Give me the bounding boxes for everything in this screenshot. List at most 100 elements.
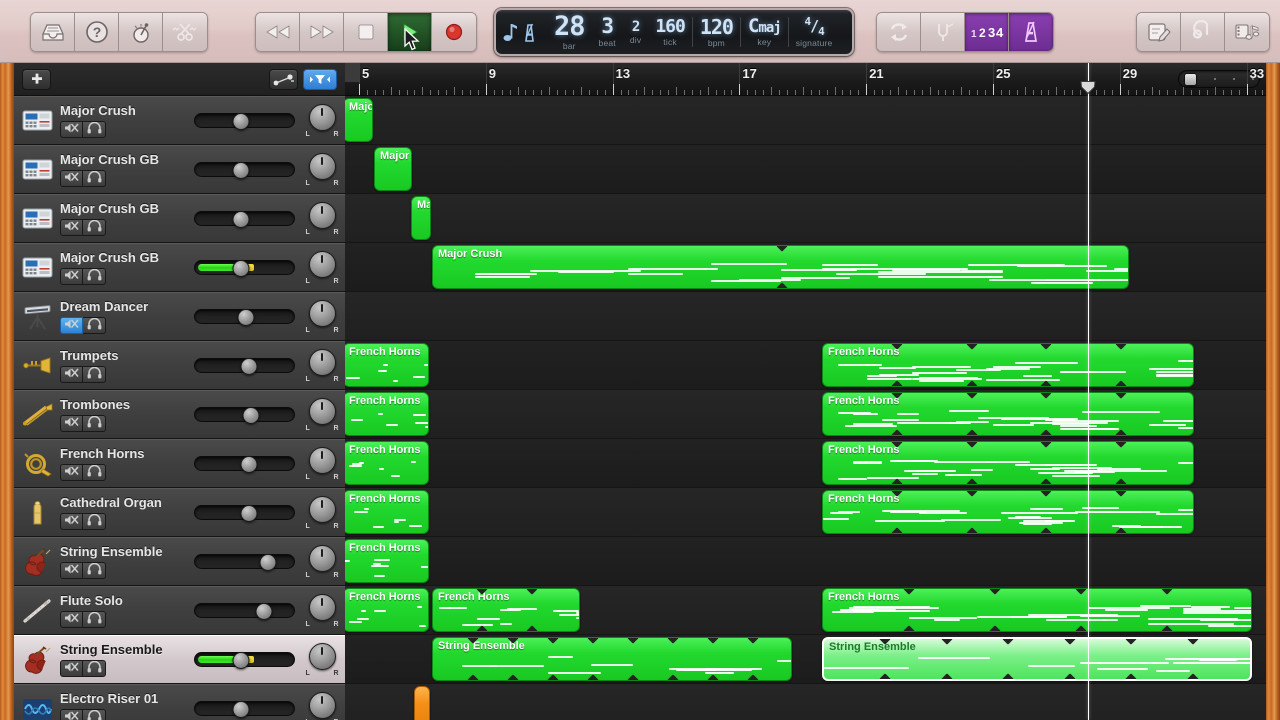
track-header-row[interactable]: Major Crush GB LR: [14, 194, 345, 243]
solo-button[interactable]: [83, 268, 106, 285]
pan-knob[interactable]: [308, 691, 336, 719]
mute-button[interactable]: [60, 611, 83, 628]
volume-slider-knob[interactable]: [232, 113, 250, 130]
pan-knob[interactable]: [308, 103, 336, 131]
tick-display[interactable]: 160 tick: [648, 13, 692, 51]
beat-display[interactable]: 3 beat: [592, 13, 623, 51]
mute-button[interactable]: [60, 562, 83, 579]
volume-slider-knob[interactable]: [232, 652, 250, 669]
volume-slider-knob[interactable]: [240, 456, 258, 473]
mute-button[interactable]: [60, 660, 83, 677]
automation-button[interactable]: [269, 68, 298, 90]
mute-button[interactable]: [60, 268, 83, 285]
track-header-row[interactable]: Trombones LR: [14, 390, 345, 439]
track-lane[interactable]: [345, 96, 1266, 145]
region[interactable]: French Horns: [345, 392, 429, 436]
pan-control[interactable]: LR: [299, 691, 345, 720]
track-header-row[interactable]: Trumpets LR: [14, 341, 345, 390]
pan-knob[interactable]: [308, 250, 336, 278]
loop-browser-button[interactable]: [1181, 13, 1225, 51]
pan-control[interactable]: LR: [299, 544, 345, 579]
solo-button[interactable]: [83, 415, 106, 432]
track-filter-button[interactable]: [303, 68, 337, 90]
volume-slider[interactable]: [194, 505, 295, 522]
zoom-slider-knob[interactable]: [1184, 72, 1197, 86]
div-display[interactable]: 2 div: [623, 13, 648, 51]
pan-knob[interactable]: [308, 299, 336, 327]
volume-slider[interactable]: [194, 407, 295, 424]
pan-knob[interactable]: [308, 642, 336, 670]
volume-slider[interactable]: [194, 260, 295, 277]
pan-control[interactable]: LR: [299, 201, 345, 236]
volume-slider-knob[interactable]: [232, 260, 250, 277]
track-lane[interactable]: [345, 684, 1266, 720]
region-lanes[interactable]: Major Crush Major Crush Major Crush Major C…: [345, 96, 1266, 720]
region[interactable]: French Horns: [345, 343, 429, 387]
region[interactable]: French Horns: [822, 490, 1194, 534]
mute-button[interactable]: [60, 219, 83, 236]
add-track-button[interactable]: [22, 68, 51, 90]
playhead-triangle[interactable]: [1080, 81, 1096, 94]
solo-button[interactable]: [83, 562, 106, 579]
rewind-button[interactable]: [256, 13, 300, 51]
track-header-row[interactable]: French Horns LR: [14, 439, 345, 488]
volume-slider-knob[interactable]: [232, 211, 250, 228]
mute-button[interactable]: [60, 317, 83, 334]
solo-button[interactable]: [83, 366, 106, 383]
solo-button[interactable]: [83, 464, 106, 481]
volume-slider-knob[interactable]: [255, 603, 273, 620]
lcd-mode-icon-group[interactable]: [499, 13, 547, 51]
solo-button[interactable]: [83, 611, 106, 628]
track-header-row[interactable]: Major Crush GB LR: [14, 243, 345, 292]
track-lane[interactable]: [345, 537, 1266, 586]
pan-control[interactable]: LR: [299, 397, 345, 432]
region[interactable]: String Ensemble: [822, 637, 1252, 681]
region[interactable]: French Horns: [345, 539, 429, 583]
help-button[interactable]: ?: [75, 13, 119, 51]
volume-slider[interactable]: [194, 113, 295, 130]
solo-button[interactable]: [83, 709, 106, 720]
solo-button[interactable]: [83, 219, 106, 236]
bar-display[interactable]: 28 bar: [547, 13, 592, 51]
region[interactable]: French Horns: [432, 588, 580, 632]
track-list[interactable]: Major Crush LR Major Crush GB L R Major …: [14, 96, 345, 720]
region[interactable]: [414, 686, 430, 720]
track-lane[interactable]: [345, 145, 1266, 194]
play-button[interactable]: [388, 13, 432, 51]
signature-display[interactable]: 4/4 signature: [789, 13, 840, 51]
region[interactable]: French Horns: [345, 588, 429, 632]
volume-slider[interactable]: [194, 652, 295, 669]
pan-control[interactable]: LR: [299, 593, 345, 628]
volume-slider-knob[interactable]: [242, 407, 260, 424]
volume-slider[interactable]: [194, 162, 295, 179]
volume-slider-knob[interactable]: [232, 701, 250, 718]
volume-slider[interactable]: [194, 603, 295, 620]
track-header-row[interactable]: Dream Dancer LR: [14, 292, 345, 341]
mute-button[interactable]: [60, 170, 83, 187]
volume-slider[interactable]: [194, 701, 295, 718]
region[interactable]: French Horns: [822, 441, 1194, 485]
stop-button[interactable]: [344, 13, 388, 51]
forward-button[interactable]: [300, 13, 344, 51]
pan-knob[interactable]: [308, 397, 336, 425]
track-header-row[interactable]: Major Crush LR: [14, 96, 345, 145]
volume-slider-knob[interactable]: [259, 554, 277, 571]
volume-slider[interactable]: [194, 358, 295, 375]
media-browser-button[interactable]: [1225, 13, 1269, 51]
mute-button[interactable]: [60, 464, 83, 481]
pan-knob[interactable]: [308, 544, 336, 572]
region[interactable]: French Horns: [345, 441, 429, 485]
mute-button[interactable]: [60, 121, 83, 138]
track-header-row[interactable]: Electro Riser 01 LR: [14, 684, 345, 720]
volume-slider[interactable]: [194, 456, 295, 473]
mute-button[interactable]: [60, 366, 83, 383]
solo-button[interactable]: [83, 513, 106, 530]
track-header-row[interactable]: Major Crush GB LR: [14, 145, 345, 194]
pan-knob[interactable]: [308, 348, 336, 376]
pan-control[interactable]: LR: [299, 446, 345, 481]
library-button[interactable]: [31, 13, 75, 51]
pan-knob[interactable]: [308, 152, 336, 180]
solo-button[interactable]: [83, 317, 106, 334]
pan-knob[interactable]: [308, 495, 336, 523]
volume-slider[interactable]: [194, 554, 295, 571]
